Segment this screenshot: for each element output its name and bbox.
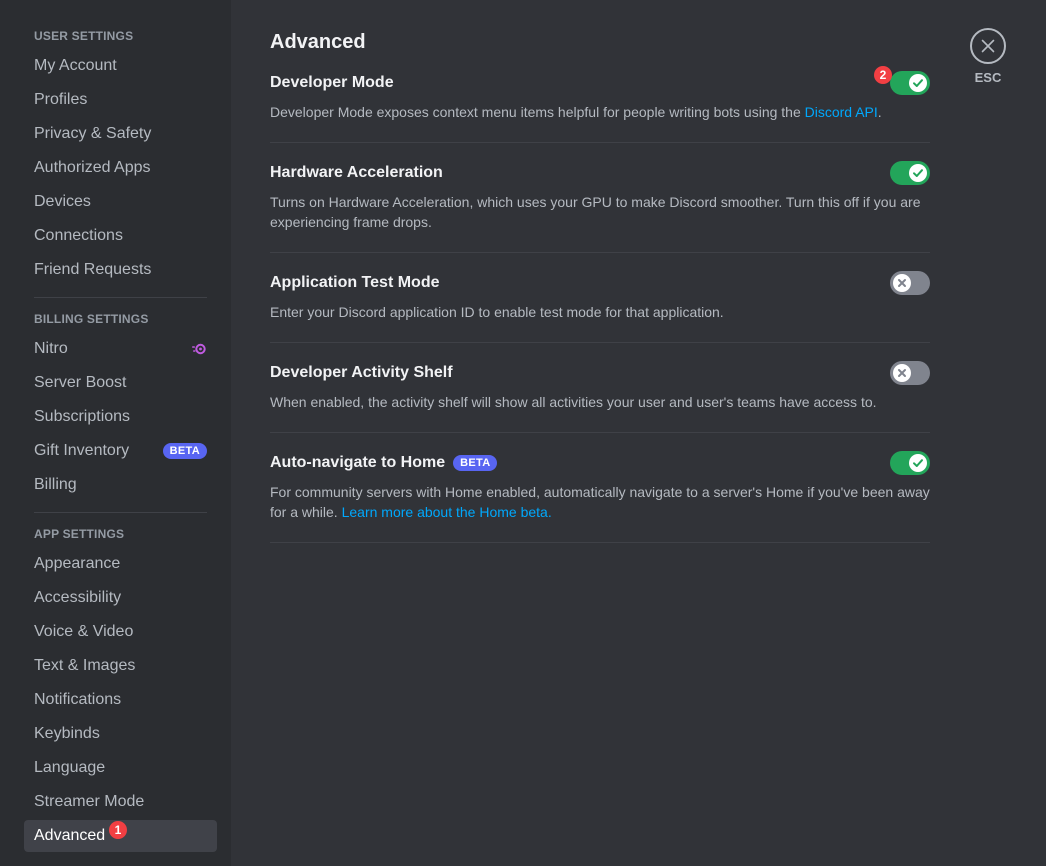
section-header: App Settings: [34, 527, 125, 541]
toggle-knob: [909, 164, 927, 182]
sidebar-item-profiles[interactable]: Profiles: [24, 84, 217, 116]
sidebar-item-appearance[interactable]: Appearance: [24, 548, 217, 580]
annotation-marker: 1: [109, 821, 127, 839]
sidebar-item-label: Text & Images: [34, 657, 136, 674]
sidebar-item-notifications[interactable]: Notifications: [24, 684, 217, 716]
check-icon: [913, 79, 923, 87]
check-icon: [913, 169, 923, 177]
sidebar-item-language[interactable]: Language: [24, 752, 217, 784]
sidebar-item-label: Streamer Mode: [34, 793, 145, 810]
setting-title: Developer Mode: [270, 74, 394, 91]
sidebar-item-label: Authorized Apps: [34, 159, 151, 176]
setting-description: For community servers with Home enabled,…: [270, 484, 930, 520]
discord-api-link[interactable]: Discord API: [805, 104, 878, 120]
sidebar-item-voice-video[interactable]: Voice & Video: [24, 616, 217, 648]
setting-title: Hardware Acceleration: [270, 164, 443, 181]
sidebar-item-label: Gift Inventory: [34, 442, 130, 459]
section-header: User Settings: [34, 29, 134, 43]
sidebar-item-label: Nitro: [34, 340, 68, 357]
setting-hardware-acceleration: Hardware Acceleration Turns on Hardware …: [270, 161, 930, 253]
sidebar-separator: [34, 297, 207, 298]
sidebar-item-friend-requests[interactable]: Friend Requests: [24, 254, 217, 286]
annotation-marker: 2: [874, 66, 892, 84]
sidebar-item-privacy-safety[interactable]: Privacy & Safety: [24, 118, 217, 150]
check-icon: [913, 459, 923, 467]
sidebar-item-billing[interactable]: Billing: [24, 469, 217, 501]
setting-title: Application Test Mode: [270, 274, 440, 291]
settings-sidebar: User Settings My Account Profiles Privac…: [0, 0, 231, 866]
toggle-knob: [909, 74, 927, 92]
setting-title: Developer Activity Shelf: [270, 364, 453, 381]
sidebar-item-text-images[interactable]: Text & Images: [24, 650, 217, 682]
sidebar-item-label: Advanced: [34, 827, 106, 844]
advanced-settings-panel: Advanced Developer Mode Developer Mode e…: [270, 30, 930, 543]
sidebar-item-label: Connections: [34, 227, 123, 244]
developer-activity-shelf-toggle[interactable]: [890, 361, 930, 385]
nitro-icon: [192, 343, 206, 355]
toggle-knob: [893, 364, 911, 382]
developer-mode-toggle[interactable]: [890, 71, 930, 95]
sidebar-item-advanced[interactable]: Advanced 1: [24, 820, 217, 852]
sidebar-item-subscriptions[interactable]: Subscriptions: [24, 401, 217, 433]
sidebar-item-connections[interactable]: Connections: [24, 220, 217, 252]
section-billing-settings: Billing Settings Nitro Server Boost Subs…: [24, 311, 217, 501]
sidebar-item-label: Accessibility: [34, 589, 122, 606]
close-icon: [981, 39, 995, 53]
sidebar-item-label: Appearance: [34, 555, 121, 572]
close-settings: ESC: [970, 28, 1006, 84]
sidebar-item-label: Devices: [34, 193, 91, 210]
beta-badge: BETA: [162, 443, 207, 459]
sidebar-item-nitro[interactable]: Nitro: [24, 333, 217, 365]
sidebar-item-streamer-mode[interactable]: Streamer Mode: [24, 786, 217, 818]
sidebar-item-server-boost[interactable]: Server Boost: [24, 367, 217, 399]
section-user-settings: User Settings My Account Profiles Privac…: [24, 28, 217, 286]
setting-description: Enter your Discord application ID to ena…: [270, 304, 724, 320]
home-beta-link[interactable]: Learn more about the Home beta.: [342, 504, 552, 520]
beta-badge: BETA: [453, 455, 498, 471]
sidebar-separator: [34, 512, 207, 513]
sidebar-item-label: Notifications: [34, 691, 122, 708]
sidebar-item-gift-inventory[interactable]: Gift Inventory BETA: [24, 435, 217, 467]
sidebar-item-devices[interactable]: Devices: [24, 186, 217, 218]
hardware-acceleration-toggle[interactable]: [890, 161, 930, 185]
toggle-knob: [893, 274, 911, 292]
setting-title: Auto-navigate to Home BETA: [270, 454, 498, 472]
setting-auto-navigate-home: Auto-navigate to Home BETA For community…: [270, 451, 930, 543]
setting-developer-mode: Developer Mode Developer Mode exposes co…: [270, 66, 930, 143]
close-button[interactable]: [970, 28, 1006, 64]
x-icon: [898, 369, 906, 377]
sidebar-item-label: Keybinds: [34, 725, 100, 742]
auto-navigate-home-toggle[interactable]: [890, 451, 930, 475]
sidebar-item-label: Profiles: [34, 91, 88, 108]
sidebar-item-label: Voice & Video: [34, 623, 134, 640]
section-app-settings: App Settings Appearance Accessibility Vo…: [24, 526, 217, 852]
sidebar-item-label: Language: [34, 759, 106, 776]
setting-application-test-mode: Application Test Mode Enter your Discord…: [270, 271, 930, 343]
sidebar-item-authorized-apps[interactable]: Authorized Apps: [24, 152, 217, 184]
setting-description: When enabled, the activity shelf will sh…: [270, 394, 877, 410]
toggle-knob: [909, 454, 927, 472]
sidebar-item-label: Subscriptions: [34, 408, 131, 425]
sidebar-item-label: Server Boost: [34, 374, 127, 391]
sidebar-item-my-account[interactable]: My Account: [24, 50, 217, 82]
sidebar-item-label: My Account: [34, 57, 117, 74]
sidebar-item-label: Friend Requests: [34, 261, 152, 278]
setting-developer-activity-shelf: Developer Activity Shelf When enabled, t…: [270, 361, 930, 433]
sidebar-item-accessibility[interactable]: Accessibility: [24, 582, 217, 614]
page-title: Advanced: [270, 31, 366, 53]
setting-description: Turns on Hardware Acceleration, which us…: [270, 194, 921, 230]
sidebar-item-label: Privacy & Safety: [34, 125, 152, 142]
setting-description: Developer Mode exposes context menu item…: [270, 104, 882, 120]
x-icon: [898, 279, 906, 287]
esc-label: ESC: [974, 70, 1002, 85]
sidebar-item-keybinds[interactable]: Keybinds: [24, 718, 217, 750]
application-test-mode-toggle[interactable]: [890, 271, 930, 295]
section-header: Billing Settings: [34, 312, 149, 326]
sidebar-item-label: Billing: [34, 476, 77, 493]
